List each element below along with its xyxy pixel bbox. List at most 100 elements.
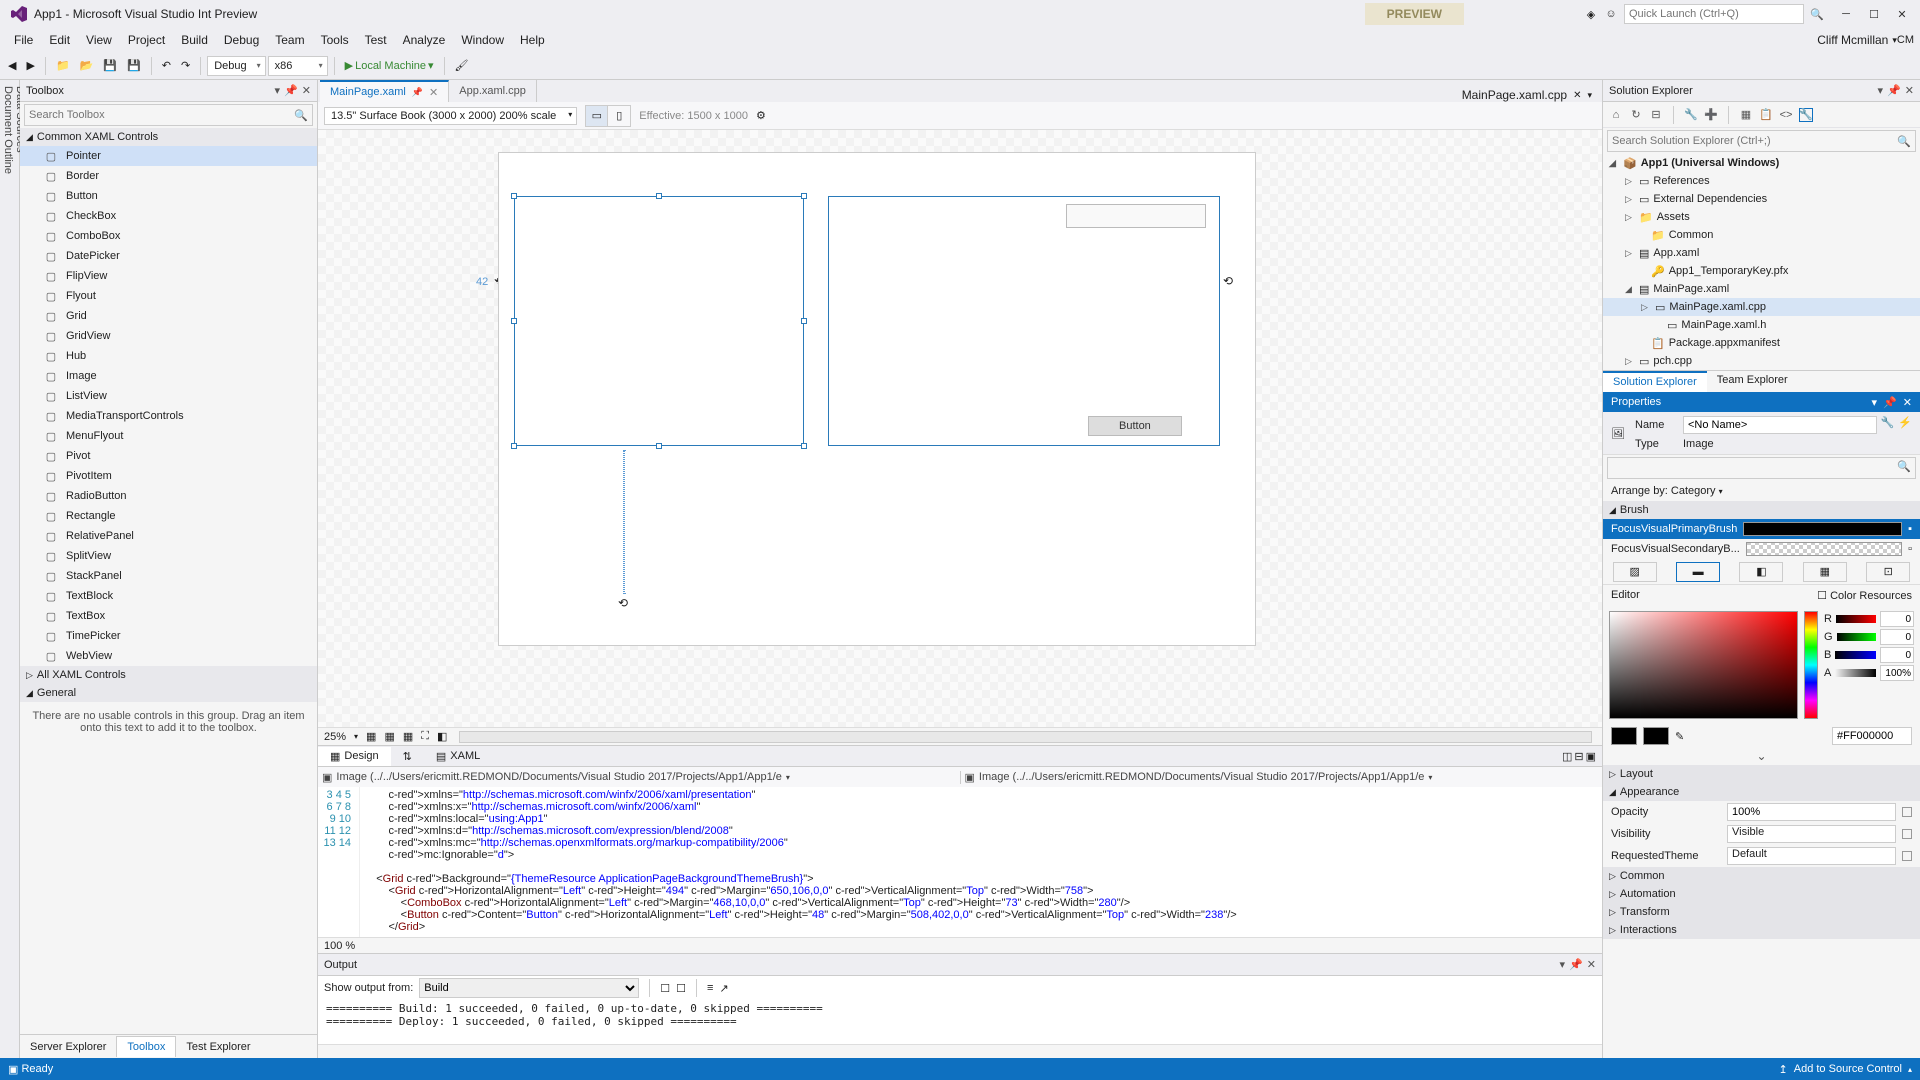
close-icon[interactable]: ✕ xyxy=(302,84,311,97)
swap-icon[interactable]: ⇅ xyxy=(391,747,424,766)
node-appxaml[interactable]: App.xaml xyxy=(1653,247,1699,259)
goto-icon[interactable]: ↗ xyxy=(719,982,728,995)
toolbox-item-hub[interactable]: ▢Hub xyxy=(20,346,317,366)
publish-icon[interactable]: ↥ xyxy=(1779,1063,1788,1076)
marker-icon[interactable] xyxy=(1902,829,1912,839)
tool-extra-button[interactable]: 🖌 xyxy=(451,57,473,74)
menu-debug[interactable]: Debug xyxy=(216,30,267,50)
cat-layout[interactable]: ▷Layout xyxy=(1603,765,1920,783)
menu-analyze[interactable]: Analyze xyxy=(395,30,454,50)
minimize-button[interactable]: ─ xyxy=(1832,4,1860,24)
arrange-by[interactable]: Arrange by: Category ▾ xyxy=(1603,481,1920,501)
pin-icon[interactable]: 📌 xyxy=(1887,84,1901,97)
menu-build[interactable]: Build xyxy=(173,30,216,50)
pin-icon[interactable]: 📌 xyxy=(412,87,423,98)
grid-icon[interactable]: ▦ xyxy=(366,730,376,743)
toolbox-item-splitview[interactable]: ▢SplitView xyxy=(20,546,317,566)
toolbox-item-button[interactable]: ▢Button xyxy=(20,186,317,206)
run-button[interactable]: ▶ Local Machine ▾ xyxy=(341,57,438,74)
undo-button[interactable]: ↶ xyxy=(158,57,175,74)
window-dropdown-icon[interactable]: ▾ xyxy=(1587,90,1592,101)
brush-primary[interactable]: FocusVisualPrimaryBrush▪ xyxy=(1603,519,1920,539)
curr-color-swatch[interactable] xyxy=(1643,727,1669,745)
margin-lock-bottom-icon[interactable]: ⟲ xyxy=(618,596,628,610)
maximize-button[interactable]: ☐ xyxy=(1860,4,1888,24)
canvas-combobox[interactable] xyxy=(1066,204,1206,228)
split-h-icon[interactable]: ◫ xyxy=(1562,750,1572,763)
toolbox-item-flipview[interactable]: ▢FlipView xyxy=(20,266,317,286)
group-common[interactable]: ◢Common XAML Controls xyxy=(20,128,317,146)
dropdown-icon[interactable]: ▾ xyxy=(1878,84,1884,97)
quick-launch-input[interactable] xyxy=(1624,4,1804,24)
r-input[interactable] xyxy=(1880,611,1914,627)
tab-design[interactable]: ▦ Design xyxy=(318,747,391,766)
source-control[interactable]: Add to Source Control xyxy=(1794,1063,1902,1075)
b-input[interactable] xyxy=(1880,647,1914,663)
save-button[interactable]: 💾 xyxy=(99,57,121,74)
tile-brush-tab[interactable]: ▦ xyxy=(1803,562,1847,582)
eyedropper-icon[interactable]: ✎ xyxy=(1675,730,1684,743)
gradient-brush-tab[interactable]: ◧ xyxy=(1739,562,1783,582)
feedback-icon[interactable]: ☺ xyxy=(1604,7,1618,21)
event-icon[interactable]: ⚡ xyxy=(1898,416,1912,434)
cat-brush[interactable]: ◢Brush xyxy=(1603,501,1920,519)
toolbox-item-pivotitem[interactable]: ▢PivotItem xyxy=(20,466,317,486)
nav-back-button[interactable]: ◀ xyxy=(4,57,20,74)
redo-button[interactable]: ↷ xyxy=(177,57,194,74)
toolbox-item-flyout[interactable]: ▢Flyout xyxy=(20,286,317,306)
signed-in-user[interactable]: Cliff Mcmillan xyxy=(1817,33,1888,47)
config-combo[interactable]: Debug xyxy=(207,56,265,76)
toolbox-item-mediatransportcontrols[interactable]: ▢MediaTransportControls xyxy=(20,406,317,426)
theme-combo[interactable]: Default xyxy=(1727,847,1896,865)
toolbox-item-combobox[interactable]: ▢ComboBox xyxy=(20,226,317,246)
tab-test-explorer[interactable]: Test Explorer xyxy=(176,1037,260,1057)
dropdown-icon[interactable]: ▾ xyxy=(1560,958,1566,971)
margin-lock-right-icon[interactable]: ⟲ xyxy=(1223,274,1233,288)
node-key[interactable]: App1_TemporaryKey.pfx xyxy=(1669,265,1789,277)
menu-tools[interactable]: Tools xyxy=(313,30,357,50)
hue-slider[interactable] xyxy=(1804,611,1818,719)
cat-transform[interactable]: ▷Transform xyxy=(1603,903,1920,921)
pin-icon[interactable]: 📌 xyxy=(1883,396,1897,409)
wrap-icon[interactable]: ≡ xyxy=(707,982,713,994)
toolbox-item-gridview[interactable]: ▢GridView xyxy=(20,326,317,346)
split-v-icon[interactable]: ⊟ xyxy=(1574,750,1583,763)
property-search[interactable] xyxy=(1607,457,1916,479)
new-project-button[interactable]: 📁 xyxy=(52,57,74,74)
sync-icon[interactable]: ↻ xyxy=(1629,108,1643,122)
toolbox-item-timepicker[interactable]: ▢TimePicker xyxy=(20,626,317,646)
zoom-value[interactable]: 25% xyxy=(324,731,346,743)
save-all-button[interactable]: 💾 xyxy=(123,57,145,74)
output-scrollbar[interactable] xyxy=(318,1044,1602,1058)
toggle-icon[interactable]: ☐ xyxy=(676,982,686,995)
toolbox-item-webview[interactable]: ▢WebView xyxy=(20,646,317,666)
node-deps[interactable]: External Dependencies xyxy=(1653,193,1767,205)
tab-server-explorer[interactable]: Server Explorer xyxy=(20,1037,116,1057)
visibility-combo[interactable]: Visible xyxy=(1727,825,1896,843)
design-canvas[interactable]: 116 42 ⟲ ⟲ Button ⟲ xyxy=(318,130,1602,727)
menu-help[interactable]: Help xyxy=(512,30,553,50)
prev-color-swatch[interactable] xyxy=(1611,727,1637,745)
solution-tree[interactable]: ◢📦App1 (Universal Windows) ▷▭References … xyxy=(1603,154,1920,370)
no-brush-tab[interactable]: ▨ xyxy=(1613,562,1657,582)
notification-icon[interactable]: ◈ xyxy=(1584,7,1598,21)
cat-appearance[interactable]: ◢Appearance xyxy=(1603,783,1920,801)
menu-project[interactable]: Project xyxy=(120,30,173,50)
toolbox-item-pivot[interactable]: ▢Pivot xyxy=(20,446,317,466)
tab-xaml[interactable]: ▤ XAML xyxy=(424,747,492,766)
toolbox-dropdown-icon[interactable]: ▾ xyxy=(275,84,281,97)
toolbox-item-checkbox[interactable]: ▢CheckBox xyxy=(20,206,317,226)
rail-doc-outline[interactable]: Document Outline xyxy=(2,86,14,1034)
open-button[interactable]: 📂 xyxy=(76,57,98,74)
close-icon[interactable]: ✕ xyxy=(429,86,438,99)
node-assets[interactable]: Assets xyxy=(1657,211,1690,223)
fit-icon[interactable]: ⛶ xyxy=(421,730,429,743)
toolbox-item-datepicker[interactable]: ▢DatePicker xyxy=(20,246,317,266)
cat-interactions[interactable]: ▷Interactions xyxy=(1603,921,1920,939)
resource-brush-tab[interactable]: ⊡ xyxy=(1866,562,1910,582)
menu-edit[interactable]: Edit xyxy=(41,30,78,50)
close-icon[interactable]: ✕ xyxy=(1905,84,1914,97)
marker-icon[interactable] xyxy=(1902,851,1912,861)
toolbox-item-textblock[interactable]: ▢TextBlock xyxy=(20,586,317,606)
search-icon[interactable]: 🔍 xyxy=(1810,7,1824,21)
